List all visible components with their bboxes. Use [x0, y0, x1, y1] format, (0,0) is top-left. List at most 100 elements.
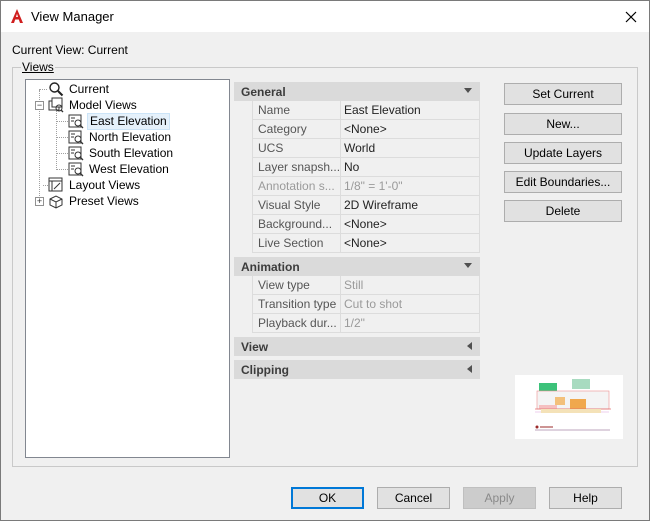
property-row-transition-type: Transition type Cut to shot: [234, 295, 480, 314]
tree-line: [56, 110, 57, 168]
collapse-model-views-toggle[interactable]: −: [35, 101, 44, 110]
delete-button[interactable]: Delete: [504, 200, 622, 222]
property-value[interactable]: <None>: [340, 234, 480, 253]
view-section-header[interactable]: View: [234, 337, 480, 356]
property-name: Transition type: [252, 295, 340, 314]
property-name: Category: [252, 120, 340, 139]
named-view-icon: [68, 114, 84, 129]
button-label: Set Current: [532, 87, 594, 101]
tree-line: [56, 169, 68, 170]
property-row-visual-style[interactable]: Visual Style 2D Wireframe: [234, 196, 480, 215]
property-row-view-type: View type Still: [234, 276, 480, 295]
title-bar: View Manager: [1, 1, 649, 32]
views-tree[interactable]: − + Current Model Views East Elevation N…: [25, 79, 230, 458]
button-label: Cancel: [394, 491, 433, 505]
preset-views-icon: [49, 195, 63, 209]
tree-item-label: South Elevation: [89, 145, 174, 160]
property-value: Cut to shot: [340, 295, 480, 314]
tree-item-south-elevation[interactable]: South Elevation: [68, 145, 175, 161]
button-label: Help: [573, 491, 598, 505]
tree-item-label: West Elevation: [89, 161, 169, 176]
chevron-left-icon: [467, 342, 472, 350]
property-name: Playback dur...: [252, 314, 340, 333]
named-view-icon: [68, 130, 84, 145]
tree-item-label: North Elevation: [89, 129, 172, 144]
property-value[interactable]: World: [340, 139, 480, 158]
property-name: Name: [252, 101, 340, 120]
view-preview-thumbnail: [515, 375, 623, 439]
property-name: UCS: [252, 139, 340, 158]
window-title: View Manager: [31, 9, 114, 24]
button-label: New...: [546, 117, 580, 131]
section-title: View: [241, 339, 269, 354]
close-button[interactable]: [613, 1, 649, 32]
property-row-annotation-scale: Annotation s... 1/8" = 1'-0": [234, 177, 480, 196]
tree-item-label: Layout Views: [69, 177, 141, 192]
section-title: Animation: [241, 259, 300, 274]
property-value[interactable]: East Elevation: [340, 101, 480, 120]
property-row-layer-snapshot[interactable]: Layer snapsh... No: [234, 158, 480, 177]
property-row-name[interactable]: Name East Elevation: [234, 101, 480, 120]
edit-boundaries-button[interactable]: Edit Boundaries...: [504, 171, 622, 193]
tree-line: [56, 121, 68, 122]
help-button[interactable]: Help: [549, 487, 622, 509]
property-row-category[interactable]: Category <None>: [234, 120, 480, 139]
section-title: General: [241, 84, 286, 99]
tree-item-east-elevation[interactable]: East Elevation: [68, 112, 170, 130]
button-label: OK: [318, 491, 337, 505]
tree-item-label: Current: [69, 81, 110, 96]
layout-views-icon: [48, 177, 63, 192]
tree-item-label: Preset Views: [69, 193, 139, 208]
model-views-icon: [48, 97, 64, 113]
close-icon: [625, 11, 637, 22]
tree-line: [56, 153, 68, 154]
property-value[interactable]: No: [340, 158, 480, 177]
autocad-a-icon: [11, 9, 23, 23]
tree-item-label: East Elevation: [87, 112, 170, 130]
tree-item-label: Model Views: [69, 97, 137, 112]
named-view-icon: [68, 146, 84, 161]
update-layers-button[interactable]: Update Layers: [504, 142, 622, 164]
chevron-left-icon: [467, 365, 472, 373]
tree-item-model-views[interactable]: Model Views: [48, 97, 139, 113]
button-label: Update Layers: [523, 146, 603, 160]
apply-button: Apply: [463, 487, 536, 509]
set-current-button[interactable]: Set Current: [504, 83, 622, 105]
property-value: 1/8" = 1'-0": [340, 177, 480, 196]
property-name: Visual Style: [252, 196, 340, 215]
property-value[interactable]: <None>: [340, 215, 480, 234]
property-row-playback-duration: Playback dur... 1/2": [234, 314, 480, 333]
expand-preset-views-toggle[interactable]: +: [35, 197, 44, 206]
tree-item-layout-views[interactable]: Layout Views: [48, 177, 142, 193]
property-name: Layer snapsh...: [252, 158, 340, 177]
property-value: Still: [340, 276, 480, 295]
tree-line: [39, 89, 47, 90]
button-label: Apply: [484, 491, 515, 505]
ok-button[interactable]: OK: [291, 487, 364, 509]
property-row-background[interactable]: Background... <None>: [234, 215, 480, 234]
tree-item-north-elevation[interactable]: North Elevation: [68, 129, 173, 145]
named-view-icon: [68, 162, 84, 177]
chevron-down-icon: [464, 263, 472, 268]
magnifier-icon: [49, 82, 64, 97]
clipping-section-header[interactable]: Clipping: [234, 360, 480, 379]
property-name: View type: [252, 276, 340, 295]
property-row-live-section[interactable]: Live Section <None>: [234, 234, 480, 253]
animation-section-header[interactable]: Animation: [234, 257, 480, 276]
tree-item-current[interactable]: Current: [48, 81, 111, 97]
property-value[interactable]: 2D Wireframe: [340, 196, 480, 215]
cancel-button[interactable]: Cancel: [377, 487, 450, 509]
view-manager-dialog: View Manager Current View: Current Views…: [0, 0, 650, 521]
chevron-down-icon: [464, 88, 472, 93]
new-view-button[interactable]: New...: [504, 113, 622, 135]
property-name: Live Section: [252, 234, 340, 253]
views-group-label: Views: [21, 60, 55, 74]
section-title: Clipping: [241, 362, 289, 377]
property-row-ucs[interactable]: UCS World: [234, 139, 480, 158]
tree-item-preset-views[interactable]: Preset Views: [48, 193, 141, 209]
general-section-header[interactable]: General: [234, 82, 480, 101]
property-name: Background...: [252, 215, 340, 234]
button-label: Edit Boundaries...: [515, 175, 611, 189]
property-value[interactable]: <None>: [340, 120, 480, 139]
tree-item-west-elevation[interactable]: West Elevation: [68, 161, 171, 177]
